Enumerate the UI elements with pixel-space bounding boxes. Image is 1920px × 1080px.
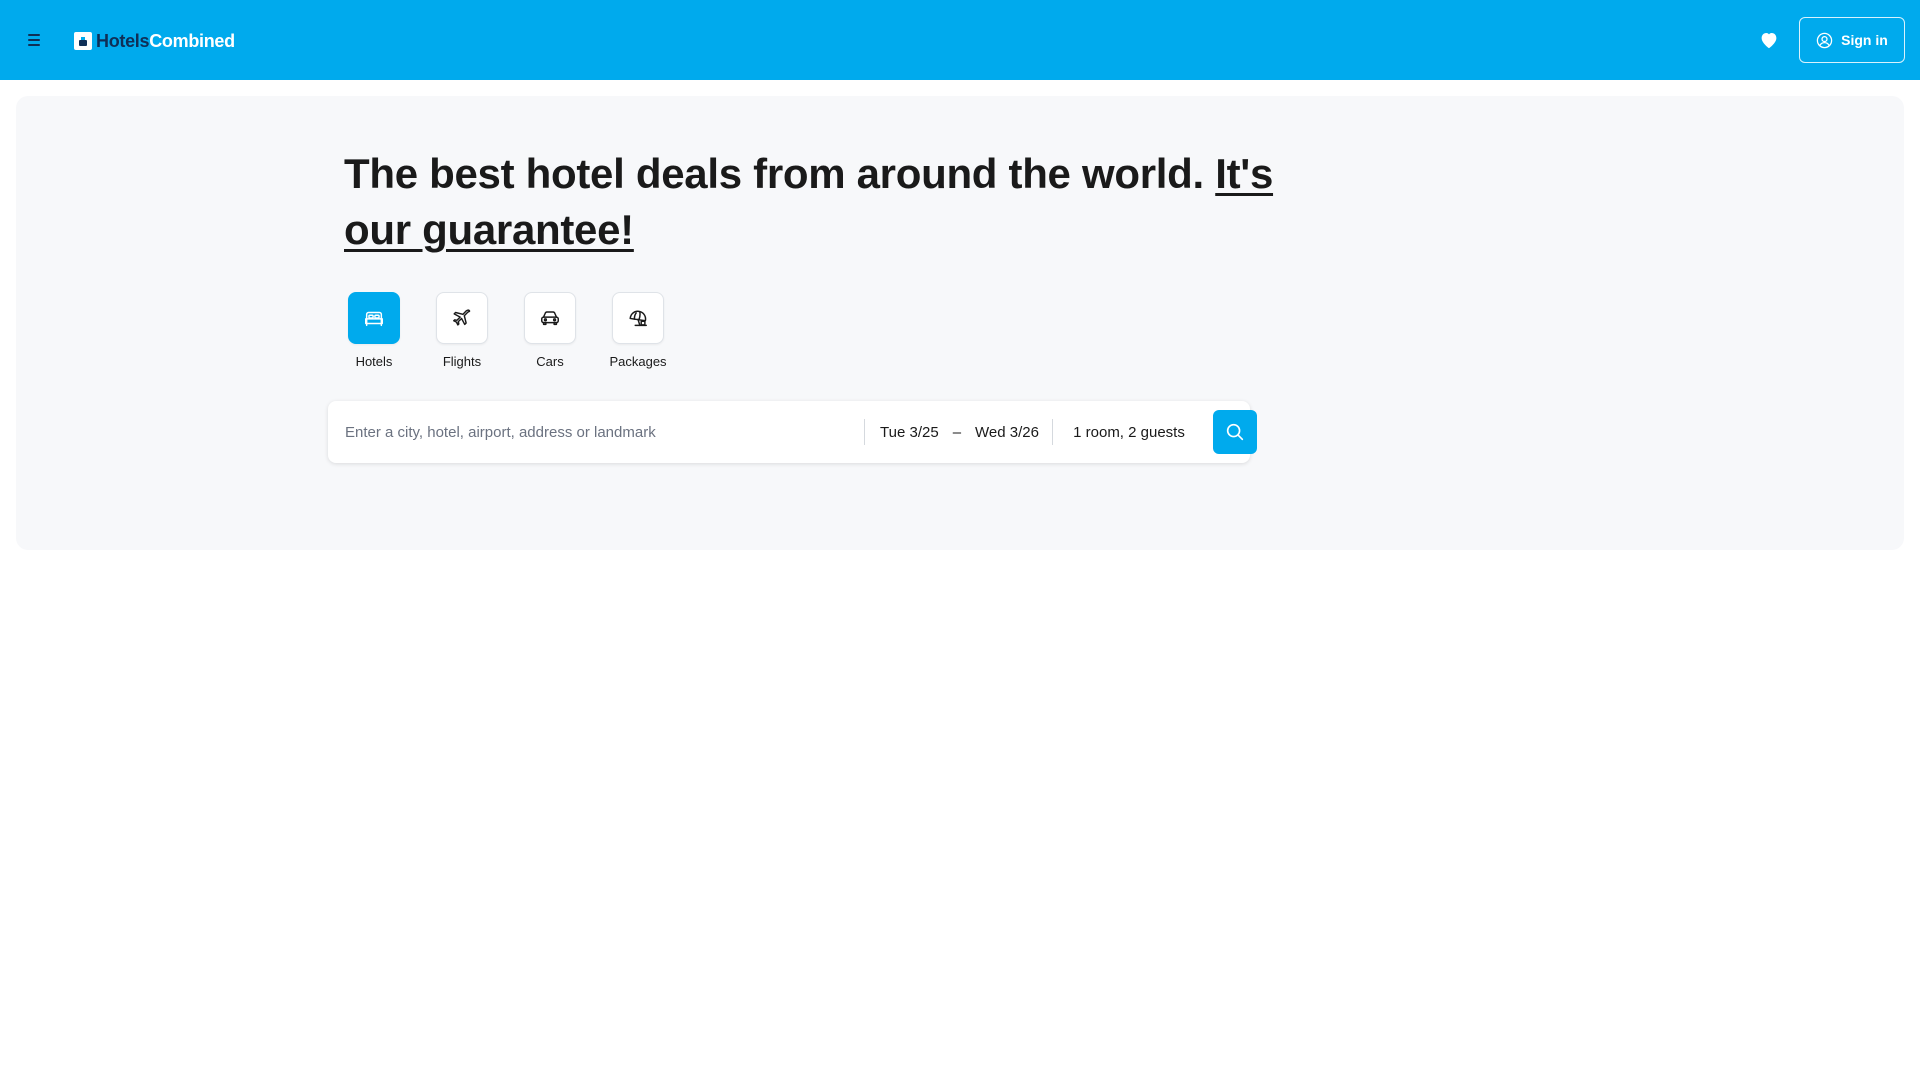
sign-in-button[interactable]: Sign in — [1799, 17, 1905, 63]
top-header: HotelsCombined Sign in — [0, 0, 1920, 80]
tab-packages[interactable]: Packages — [608, 292, 668, 369]
hero-section: The best hotel deals from around the wor… — [16, 96, 1904, 550]
tab-flights[interactable]: Flights — [432, 292, 492, 369]
brand-logo[interactable]: HotelsCombined — [74, 28, 235, 54]
user-circle-icon — [1816, 32, 1833, 48]
tab-cars-label: Cars — [536, 354, 564, 369]
guests-selector[interactable]: 1 room, 2 guests — [1054, 401, 1204, 463]
packages-tile — [612, 292, 664, 344]
destination-input[interactable] — [328, 401, 864, 463]
search-button[interactable] — [1213, 410, 1257, 454]
logo-mark-icon — [74, 32, 92, 50]
vertical-tabs: Hotels Flights Cars Packages — [344, 292, 668, 369]
headline-text: The best hotel deals from around the wor… — [344, 150, 1216, 197]
bed-icon — [365, 311, 383, 327]
flights-tile — [436, 292, 488, 344]
checkin-date[interactable]: Tue 3/25 — [880, 424, 939, 441]
heart-icon — [1761, 33, 1777, 49]
date-range-picker[interactable]: Tue 3/25 – Wed 3/26 — [867, 401, 1052, 463]
brand-name: HotelsCombined — [96, 31, 235, 52]
guests-value: 1 room, 2 guests — [1073, 423, 1185, 441]
divider — [864, 419, 865, 445]
date-separator: – — [952, 423, 962, 441]
beach-umbrella-icon — [629, 310, 647, 327]
car-icon — [541, 311, 559, 326]
hamburger-icon[interactable] — [22, 28, 46, 52]
tab-packages-label: Packages — [609, 354, 667, 369]
tab-hotels[interactable]: Hotels — [344, 292, 404, 369]
tab-cars[interactable]: Cars — [520, 292, 580, 369]
divider — [1052, 419, 1053, 445]
page-headline: The best hotel deals from around the wor… — [344, 146, 1284, 258]
sign-in-label: Sign in — [1841, 32, 1888, 48]
tab-flights-label: Flights — [442, 354, 482, 369]
hotels-tile — [348, 292, 400, 344]
brand-name-part1: Hotels — [96, 30, 150, 51]
brand-name-part2: Combined — [149, 30, 235, 51]
search-icon — [1226, 423, 1244, 441]
checkout-date[interactable]: Wed 3/26 — [975, 424, 1039, 441]
cars-tile — [524, 292, 576, 344]
search-form: Tue 3/25 – Wed 3/26 1 room, 2 guests — [328, 401, 1257, 463]
favorites-button[interactable] — [1756, 27, 1782, 53]
plane-icon — [453, 309, 471, 326]
tab-hotels-label: Hotels — [355, 354, 393, 369]
